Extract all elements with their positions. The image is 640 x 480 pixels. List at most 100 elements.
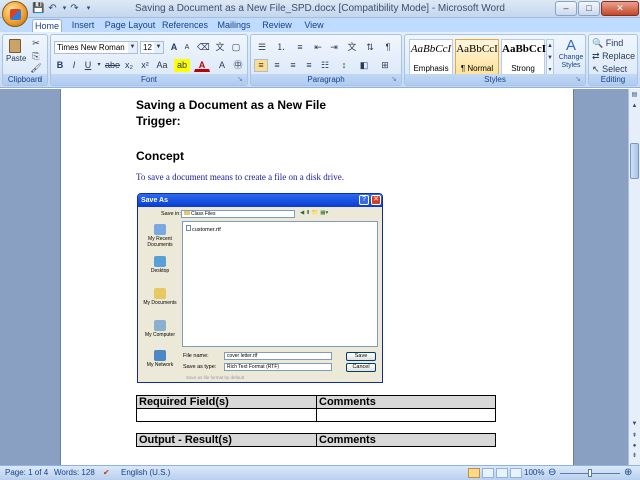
full-screen-icon[interactable]	[482, 468, 494, 478]
distributed-icon[interactable]: ☷	[318, 59, 332, 72]
line-spacing-icon[interactable]: ↕	[336, 59, 352, 72]
document-page[interactable]: Saving a Document as a New File Trigger:…	[60, 89, 574, 465]
font-color-icon[interactable]: A	[194, 59, 210, 72]
clear-format-icon[interactable]: ⌫	[196, 41, 210, 54]
table-row: Required Field(s) Comments	[136, 395, 496, 409]
ruler-toggle-icon[interactable]: ▤	[630, 90, 639, 100]
font-size-select[interactable]: 12 ▼	[140, 41, 164, 54]
char-shading-icon[interactable]: A	[215, 59, 229, 72]
replace-button[interactable]: ⇄ Replace	[591, 50, 637, 63]
phonetic-guide-icon[interactable]: 文	[213, 41, 227, 54]
cancel-button: Cancel	[346, 363, 376, 372]
italic-button[interactable]: I	[68, 59, 80, 72]
vertical-scrollbar[interactable]: ▤ ▲ ▼ ⇞ ● ⇟	[628, 89, 640, 465]
table-header-cell[interactable]: Required Field(s)	[136, 395, 317, 409]
zoom-out-icon[interactable]: ⊖	[548, 466, 556, 480]
table-header-cell[interactable]: Comments	[316, 433, 496, 447]
file-list-item: customer.rtf	[186, 225, 221, 233]
zoom-level[interactable]: 100%	[524, 466, 544, 480]
table-row	[136, 408, 496, 422]
style-emphasis[interactable]: AaBbCcI Emphasis	[409, 39, 453, 75]
numbering-icon[interactable]: ⒈	[273, 41, 289, 54]
word-count[interactable]: Words: 128	[54, 466, 95, 480]
rtf-file-icon	[186, 225, 191, 231]
doc-heading-trigger: Trigger:	[136, 114, 181, 128]
find-button[interactable]: 🔍 Find	[591, 37, 637, 50]
tab-references[interactable]: References	[162, 19, 208, 32]
align-right-icon[interactable]: ≡	[286, 59, 300, 72]
table-header-cell[interactable]: Comments	[316, 395, 496, 409]
next-page-icon[interactable]: ⇟	[630, 451, 639, 461]
language[interactable]: English (U.S.)	[121, 466, 170, 480]
styles-launcher-icon[interactable]: ↘	[575, 76, 583, 84]
zoom-slider-thumb[interactable]	[588, 469, 592, 477]
proofing-icon[interactable]: ✔	[103, 466, 110, 480]
change-styles-button[interactable]: A Change Styles	[556, 37, 586, 75]
tab-mailings[interactable]: Mailings	[214, 19, 254, 32]
font-launcher-icon[interactable]: ↘	[237, 76, 245, 84]
paragraph-launcher-icon[interactable]: ↘	[391, 76, 399, 84]
browse-object-icon[interactable]: ●	[630, 441, 639, 451]
shading-icon[interactable]: ◧	[356, 59, 372, 72]
print-layout-icon[interactable]	[468, 468, 480, 478]
sort-icon[interactable]: ⇅	[363, 41, 377, 54]
maximize-button[interactable]: □	[578, 1, 600, 16]
multilevel-list-icon[interactable]: ≡	[292, 41, 308, 54]
style-normal[interactable]: AaBbCcI ¶ Normal	[455, 39, 499, 75]
highlight-icon[interactable]: ab	[174, 59, 190, 72]
borders-icon[interactable]: ⊞	[376, 59, 394, 72]
chinese-layout-icon[interactable]: 文	[345, 41, 359, 54]
status-bar: Page: 1 of 4 Words: 128 ✔ English (U.S.)…	[0, 465, 640, 480]
bullets-icon[interactable]: ☰	[254, 41, 270, 54]
scroll-thumb[interactable]	[630, 143, 639, 179]
dialog-title: Save As	[138, 194, 382, 207]
show-marks-icon[interactable]: ¶	[381, 41, 395, 54]
tab-view[interactable]: View	[300, 19, 328, 32]
table-cell[interactable]	[136, 408, 317, 422]
scroll-up-icon[interactable]: ▲	[630, 101, 639, 111]
style-strong[interactable]: AaBbCcI Strong	[501, 39, 546, 75]
tab-review[interactable]: Review	[260, 19, 294, 32]
file-name-label: File name:	[183, 353, 209, 359]
table-header-cell[interactable]: Output - Result(s)	[136, 433, 317, 447]
web-layout-icon[interactable]	[496, 468, 508, 478]
superscript-button[interactable]: x²	[138, 59, 152, 72]
increase-indent-icon[interactable]: ⇥	[327, 41, 341, 54]
prev-page-icon[interactable]: ⇞	[630, 431, 639, 441]
tab-insert[interactable]: Insert	[68, 19, 98, 32]
close-button[interactable]: ✕	[601, 1, 639, 16]
tab-home[interactable]: Home	[32, 19, 62, 32]
bold-button[interactable]: B	[54, 59, 66, 72]
my-documents-icon	[154, 288, 166, 299]
decrease-indent-icon[interactable]: ⇤	[311, 41, 325, 54]
justify-icon[interactable]: ≡	[302, 59, 316, 72]
align-left-icon[interactable]: ≡	[254, 59, 268, 72]
outline-icon[interactable]	[510, 468, 522, 478]
subscript-button[interactable]: x₂	[122, 59, 136, 72]
char-border-icon[interactable]: ▢	[229, 41, 243, 54]
ribbon: Paste ✂ ⎘ 🖌 Clipboard ↘ Times New Roman ▼…	[0, 32, 640, 88]
align-center-icon[interactable]: ≡	[270, 59, 284, 72]
table-cell[interactable]	[316, 408, 496, 422]
page-count[interactable]: Page: 1 of 4	[5, 466, 48, 480]
enclose-char-icon[interactable]: ㊥	[231, 59, 245, 72]
font-family-select[interactable]: Times New Roman ▼	[54, 41, 138, 54]
office-button[interactable]	[2, 1, 28, 27]
paste-button[interactable]: Paste	[5, 37, 26, 69]
grow-font-button[interactable]: A	[168, 41, 180, 54]
my-computer-icon	[154, 320, 166, 331]
styles-scroll-icon[interactable]: ▲ ▼ ▾	[546, 39, 554, 75]
tab-page-layout[interactable]: Page Layout	[104, 19, 156, 32]
strikethrough-button[interactable]: abe	[104, 59, 120, 72]
shrink-font-button[interactable]: A	[181, 41, 193, 54]
underline-button[interactable]: U	[82, 59, 94, 72]
cut-icon[interactable]: ✂	[29, 37, 43, 50]
clipboard-launcher-icon[interactable]: ↘	[37, 76, 45, 84]
paragraph-group: ☰ ⒈ ≡ ⇤ ⇥ 文 ⇅ ¶ ≡ ≡ ≡ ≡ ☷ ↕ ◧ ⊞ Paragrap…	[250, 34, 402, 86]
zoom-in-icon[interactable]: ⊕	[624, 466, 632, 480]
footer-note: Save as file format by default	[186, 375, 245, 380]
underline-dropdown-icon[interactable]: ▾	[96, 59, 102, 72]
change-case-button[interactable]: Aa	[154, 59, 170, 72]
minimize-button[interactable]: –	[555, 1, 577, 16]
scroll-down-icon[interactable]: ▼	[630, 419, 639, 429]
